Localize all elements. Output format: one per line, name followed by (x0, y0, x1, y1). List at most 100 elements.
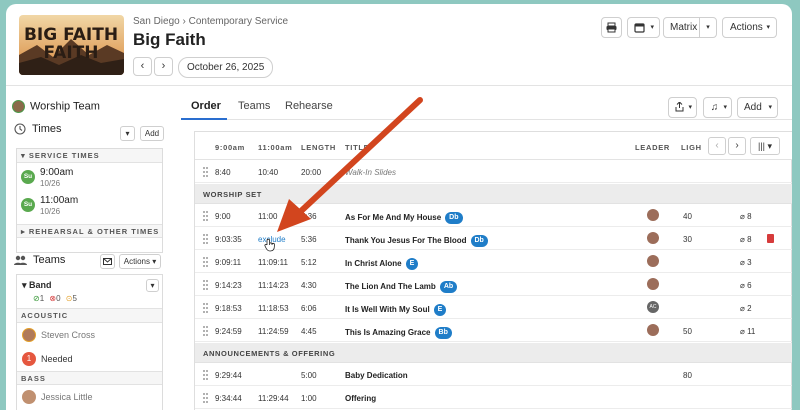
item-title[interactable]: In Christ Alone E (345, 258, 419, 270)
table-row[interactable]: 9:24:59 11:24:59 4:45 This Is Amazing Grace… (195, 320, 792, 342)
chevron-down-icon[interactable]: ▾ (699, 18, 716, 37)
table-row[interactable]: 9:29:44 5:00 Baby Dedication 80 (195, 364, 792, 386)
band-name: ▾ Band (22, 280, 52, 290)
exclude-link[interactable]: exclude (258, 235, 286, 244)
trash-icon[interactable] (767, 234, 774, 243)
item-title[interactable]: Baby Dedication (345, 371, 408, 380)
drag-handle-icon[interactable] (203, 370, 209, 380)
team-name: Worship Team (30, 100, 100, 113)
band-dropdown-button[interactable]: ▾ (146, 279, 159, 292)
lights-value: 40 (683, 212, 692, 221)
avatar (22, 328, 36, 342)
drag-handle-icon[interactable] (203, 234, 209, 244)
item-title[interactable]: Offering (345, 394, 376, 403)
time-2: 11:18:53 (258, 304, 289, 313)
item-title[interactable]: This Is Amazing Grace Bb (345, 327, 452, 339)
plan-date[interactable]: October 26, 2025 (178, 57, 274, 78)
band-team[interactable]: ▾ Band ▾ ⊘1 ⊗0 ⊙5 (17, 275, 162, 309)
attachments[interactable]: ⌀ 11 (740, 327, 755, 336)
table-row[interactable]: 9:03:35 exclude 5:36 Thank You Jesus For Th… (195, 228, 792, 250)
team-heading: Worship Team (12, 100, 100, 113)
time-1: 9:09:11 (215, 258, 242, 267)
item-title[interactable]: Thank You Jesus For The Blood Db (345, 235, 488, 247)
drag-handle-icon[interactable] (203, 280, 209, 290)
calendar-button[interactable]: ▾ (627, 17, 660, 38)
teams-label: Teams (33, 254, 66, 266)
column-time-1[interactable]: 9:00am (215, 143, 245, 152)
tab-divider (181, 119, 792, 120)
service-date: 10/26 (40, 207, 61, 216)
item-length: 4:45 (301, 327, 317, 336)
print-button[interactable] (601, 17, 622, 38)
attachments[interactable]: ⌀ 2 (740, 304, 752, 313)
drag-handle-icon[interactable] (203, 167, 209, 177)
next-plan-button[interactable]: › (154, 57, 173, 76)
svg-text:FAITH: FAITH (44, 43, 99, 63)
drag-handle-icon[interactable] (203, 303, 209, 313)
time-1: 9:34:44 (215, 394, 242, 403)
lights-value: 30 (683, 235, 692, 244)
scroll-right-button[interactable]: › (728, 137, 746, 155)
section-header[interactable]: ANNOUNCEMENTS & OFFERING (195, 343, 792, 363)
item-title[interactable]: The Lion And The Lamb Ab (345, 281, 458, 293)
tab-order[interactable]: Order (191, 100, 221, 112)
music-button[interactable]: ♫ ▾ (703, 97, 732, 118)
attachments[interactable]: ⌀ 6 (740, 281, 752, 290)
service-times-header[interactable]: ▾ SERVICE TIMES (17, 149, 162, 163)
scroll-left-button[interactable]: ‹ (708, 137, 726, 155)
needed-row[interactable]: 1 Needed (17, 347, 162, 371)
tab-teams[interactable]: Teams (238, 100, 270, 112)
times-panel: ▾ SERVICE TIMES Su 9:00am 10/26 Su 11:00… (16, 148, 163, 253)
team-member-row[interactable]: Steven Cross (17, 323, 162, 347)
table-row[interactable]: 8:40 10:40 20:00 Walk-In Slides (195, 161, 792, 183)
table-row[interactable]: 9:18:53 11:18:53 6:06 It Is Well With My So… (195, 297, 792, 319)
tab-rehearse[interactable]: Rehearse (285, 100, 333, 112)
clock-icon (14, 123, 26, 135)
time-1: 8:40 (215, 168, 231, 177)
column-time-2[interactable]: 11:00am (258, 143, 293, 152)
time-2: 11:24:59 (258, 327, 289, 336)
rehearsal-times-header[interactable]: ▸ REHEARSAL & OTHER TIMES (17, 224, 162, 238)
section-header[interactable]: WORSHIP SET (195, 184, 792, 204)
service-time-item[interactable]: Su 11:00am 10/26 (17, 191, 162, 219)
drag-handle-icon[interactable] (203, 326, 209, 336)
item-title[interactable]: As For Me And My House Db (345, 212, 463, 224)
matrix-button[interactable]: Matrix ▾ (663, 17, 717, 38)
item-title[interactable]: It Is Well With My Soul E (345, 304, 447, 316)
drag-handle-icon[interactable] (203, 257, 209, 267)
music-note-icon: ♫ (710, 102, 719, 113)
export-button[interactable]: ▾ (668, 97, 697, 118)
service-time-item[interactable]: Su 9:00am 10/26 (17, 163, 162, 191)
attachments[interactable]: ⌀ 3 (740, 258, 752, 267)
actions-button[interactable]: Actions ▾ (722, 17, 777, 38)
prev-plan-button[interactable]: ‹ (133, 57, 152, 76)
item-title[interactable]: Walk-In Slides (345, 168, 396, 177)
columns-button[interactable]: ||| ▾ (750, 137, 780, 155)
drag-handle-icon[interactable] (203, 211, 209, 221)
columns-icon: ||| (757, 141, 765, 151)
add-time-button[interactable]: Add (140, 126, 164, 141)
team-member-row[interactable]: Jessica Little (17, 385, 162, 407)
teams-heading: Teams (14, 254, 65, 266)
add-item-button[interactable]: Add ▾ (737, 97, 778, 118)
breadcrumb-service-type[interactable]: Contemporary Service (189, 16, 288, 27)
attachments[interactable]: ⌀ 8 (740, 212, 752, 221)
member-name: Steven Cross (41, 330, 96, 340)
song-key-badge: E (433, 304, 447, 316)
paperclip-icon: ⌀ (740, 212, 745, 221)
bass-position-header: BASS (17, 371, 162, 385)
item-length: 5:36 (301, 235, 317, 244)
drag-handle-icon[interactable] (203, 393, 209, 403)
service-time: 9:00am (40, 167, 74, 178)
attachments[interactable]: ⌀ 8 (740, 235, 752, 244)
table-row[interactable]: 9:09:11 11:09:11 5:12 In Christ Alone E ⌀ 3 (195, 251, 792, 273)
table-row[interactable]: 9:34:44 11:29:44 1:00 Offering (195, 387, 792, 409)
email-team-button[interactable] (100, 254, 115, 269)
teams-actions-button[interactable]: Actions ▾ (119, 254, 161, 269)
table-row[interactable]: 9:00 11:00 5:36 As For Me And My House Db 40 ⌀… (195, 205, 792, 227)
time-1: 9:18:53 (215, 304, 242, 313)
banner-text: BIG FAITH (24, 25, 118, 45)
times-dropdown-button[interactable]: ▾ (120, 126, 135, 141)
table-row[interactable]: 9:14:23 11:14:23 4:30 The Lion And The Lamb… (195, 274, 792, 296)
breadcrumb-location[interactable]: San Diego (133, 16, 180, 27)
